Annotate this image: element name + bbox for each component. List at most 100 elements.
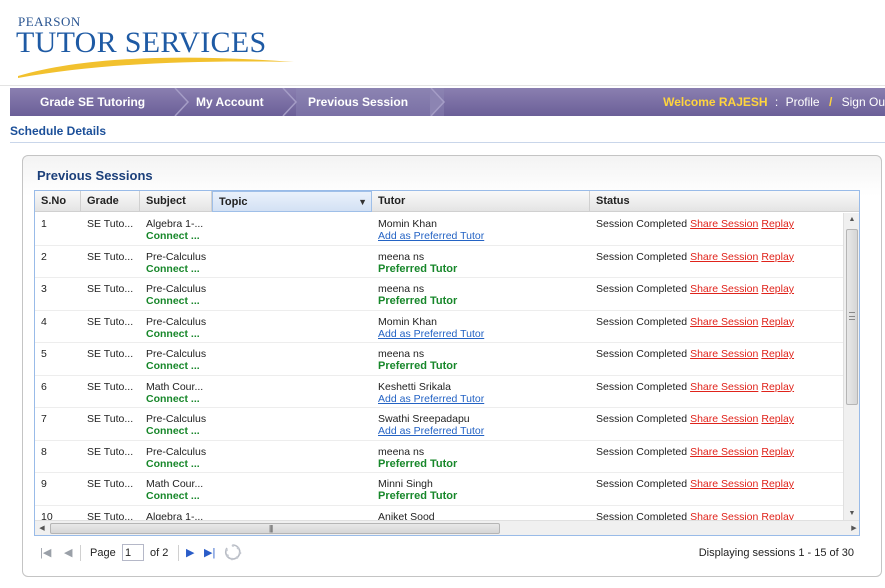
nav-chevron-icon (174, 88, 190, 116)
replay-link[interactable]: Replay (761, 349, 794, 360)
share-session-link[interactable]: Share Session (690, 219, 758, 230)
add-as-preferred-tutor-link[interactable]: Add as Preferred Tutor (378, 328, 590, 340)
next-page-icon[interactable]: ▶ (186, 546, 194, 559)
column-menu-dropdown-icon[interactable]: ▼ (358, 192, 367, 213)
replay-link[interactable]: Replay (761, 317, 794, 328)
cell-sno: 8 (41, 446, 47, 458)
nav-chevron-icon (430, 88, 446, 116)
add-as-preferred-tutor-link[interactable]: Add as Preferred Tutor (378, 231, 590, 242)
cell-grade: SE Tuto... (87, 251, 134, 263)
nav-previous-session[interactable]: Previous Session (308, 88, 408, 116)
table-row[interactable]: 7 SE Tuto... Pre-Calculus Connect ... Swathi… (35, 408, 845, 441)
share-session-link[interactable]: Share Session (690, 252, 758, 263)
subject-name: Pre-Calculus (146, 414, 207, 425)
scroll-up-arrow-icon[interactable]: ▲ (844, 213, 859, 227)
share-session-link[interactable]: Share Session (690, 349, 758, 360)
column-header-subject[interactable]: Subject (140, 191, 212, 212)
connect-link[interactable]: Connect ... (146, 458, 212, 470)
replay-link[interactable]: Replay (761, 252, 794, 263)
tutor-name: Keshetti Srikala (378, 381, 451, 393)
sign-out-link[interactable]: Sign Ou (842, 95, 885, 109)
cell-tutor: Swathi Sreepadapu Add as Preferred Tutor (372, 414, 590, 437)
scroll-left-arrow-icon[interactable]: ◀ (35, 521, 49, 535)
column-header-topic[interactable]: Topic ▼ (212, 191, 372, 212)
previous-page-icon[interactable]: ◀ (64, 546, 72, 559)
connect-link[interactable]: Connect ... (146, 231, 212, 242)
cell-grade: SE Tuto... (87, 316, 134, 328)
nav-my-account[interactable]: My Account (196, 88, 264, 116)
horizontal-scrollbar[interactable]: ◀ ||| ▶ (35, 520, 859, 535)
profile-link[interactable]: Profile (786, 95, 820, 109)
tutor-name: meena ns (378, 446, 425, 458)
first-page-icon[interactable]: |◀ (40, 546, 51, 559)
site-header: PEARSON TUTOR SERVICES (0, 0, 885, 86)
replay-link[interactable]: Replay (761, 219, 794, 230)
replay-link[interactable]: Replay (761, 284, 794, 295)
cell-status: Session Completed Share Session Replay (590, 349, 845, 360)
column-header-tutor[interactable]: Tutor (372, 191, 590, 212)
nav-grade-se-tutoring[interactable]: Grade SE Tutoring (40, 88, 145, 116)
column-header-sno[interactable]: S.No (35, 191, 81, 212)
colon-text: : (774, 95, 779, 109)
connect-link[interactable]: Connect ... (146, 263, 212, 275)
share-session-link[interactable]: Share Session (690, 447, 758, 458)
connect-link[interactable]: Connect ... (146, 491, 212, 502)
subject-name: Pre-Calculus (146, 316, 207, 328)
status-text: Session Completed (596, 414, 688, 425)
tutor-name: Momin Khan (378, 219, 437, 230)
user-menu: Welcome RAJESH : Profile / Sign Ou (663, 88, 885, 116)
table-row[interactable]: 4 SE Tuto... Pre-Calculus Connect ... Momin … (35, 311, 845, 343)
table-row[interactable]: 9 SE Tuto... Math Cour... Connect ... Minni … (35, 473, 845, 506)
connect-link[interactable]: Connect ... (146, 361, 212, 372)
page-number-input[interactable] (122, 544, 144, 561)
preferred-tutor-label: Preferred Tutor (378, 262, 458, 275)
horizontal-scroll-thumb[interactable]: ||| (50, 523, 500, 534)
share-session-link[interactable]: Share Session (690, 382, 758, 393)
table-row[interactable]: 6 SE Tuto... Math Cour... Connect ... Keshet… (35, 376, 845, 408)
vertical-scrollbar[interactable]: ▲ ▼ (843, 213, 859, 521)
tutor-name: meena ns (378, 251, 425, 263)
scroll-down-arrow-icon[interactable]: ▼ (844, 507, 859, 521)
replay-link[interactable]: Replay (761, 447, 794, 458)
column-header-topic-label: Topic (219, 196, 248, 208)
pearson-tutor-services-logo[interactable]: PEARSON TUTOR SERVICES (16, 14, 294, 78)
cell-sno: 2 (41, 251, 47, 263)
vertical-scroll-thumb[interactable] (846, 229, 858, 405)
table-row[interactable]: 1 SE Tuto... Algebra 1-... Connect ... Momin… (35, 213, 845, 246)
cell-tutor: Keshetti Srikala Add as Preferred Tutor (372, 382, 590, 405)
status-text: Session Completed (596, 381, 688, 393)
cell-sno: 5 (41, 349, 47, 360)
add-as-preferred-tutor-link[interactable]: Add as Preferred Tutor (378, 426, 590, 437)
last-page-icon[interactable]: ▶| (204, 546, 215, 559)
connect-link[interactable]: Connect ... (146, 393, 212, 405)
share-session-link[interactable]: Share Session (690, 284, 758, 295)
share-session-link[interactable]: Share Session (690, 479, 758, 490)
cell-tutor: Momin Khan Add as Preferred Tutor (372, 219, 590, 242)
cell-grade: SE Tuto... (87, 284, 134, 295)
table-row[interactable]: 5 SE Tuto... Pre-Calculus Connect ... meena … (35, 343, 845, 376)
replay-link[interactable]: Replay (761, 382, 794, 393)
table-row[interactable]: 2 SE Tuto... Pre-Calculus Connect ... meena … (35, 246, 845, 278)
table-row[interactable]: 10SE Tuto...Algebra 1-...Connect ...Anik… (35, 506, 845, 522)
connect-link[interactable]: Connect ... (146, 328, 212, 340)
cell-subject: Pre-Calculus Connect ... (140, 284, 212, 307)
table-row[interactable]: 8 SE Tuto... Pre-Calculus Connect ... meena … (35, 441, 845, 473)
connect-link[interactable]: Connect ... (146, 426, 212, 437)
share-session-link[interactable]: Share Session (690, 317, 758, 328)
cell-tutor: Momin Khan Add as Preferred Tutor (372, 317, 590, 340)
refresh-icon[interactable] (224, 543, 242, 561)
schedule-details-link[interactable]: Schedule Details (10, 124, 106, 138)
replay-link[interactable]: Replay (761, 414, 794, 425)
status-text: Session Completed (596, 219, 688, 230)
tutor-name: Minni Singh (378, 479, 433, 490)
column-header-grade[interactable]: Grade (81, 191, 140, 212)
share-session-link[interactable]: Share Session (690, 414, 758, 425)
table-row[interactable]: 3 SE Tuto... Pre-Calculus Connect ... meena … (35, 278, 845, 311)
replay-link[interactable]: Replay (761, 479, 794, 490)
column-header-status[interactable]: Status (590, 191, 859, 212)
tutor-name: Swathi Sreepadapu (378, 414, 470, 425)
scroll-right-arrow-icon[interactable]: ▶ (847, 521, 859, 535)
connect-link[interactable]: Connect ... (146, 296, 212, 307)
preferred-tutor-label: Preferred Tutor (378, 490, 458, 502)
add-as-preferred-tutor-link[interactable]: Add as Preferred Tutor (378, 393, 590, 405)
